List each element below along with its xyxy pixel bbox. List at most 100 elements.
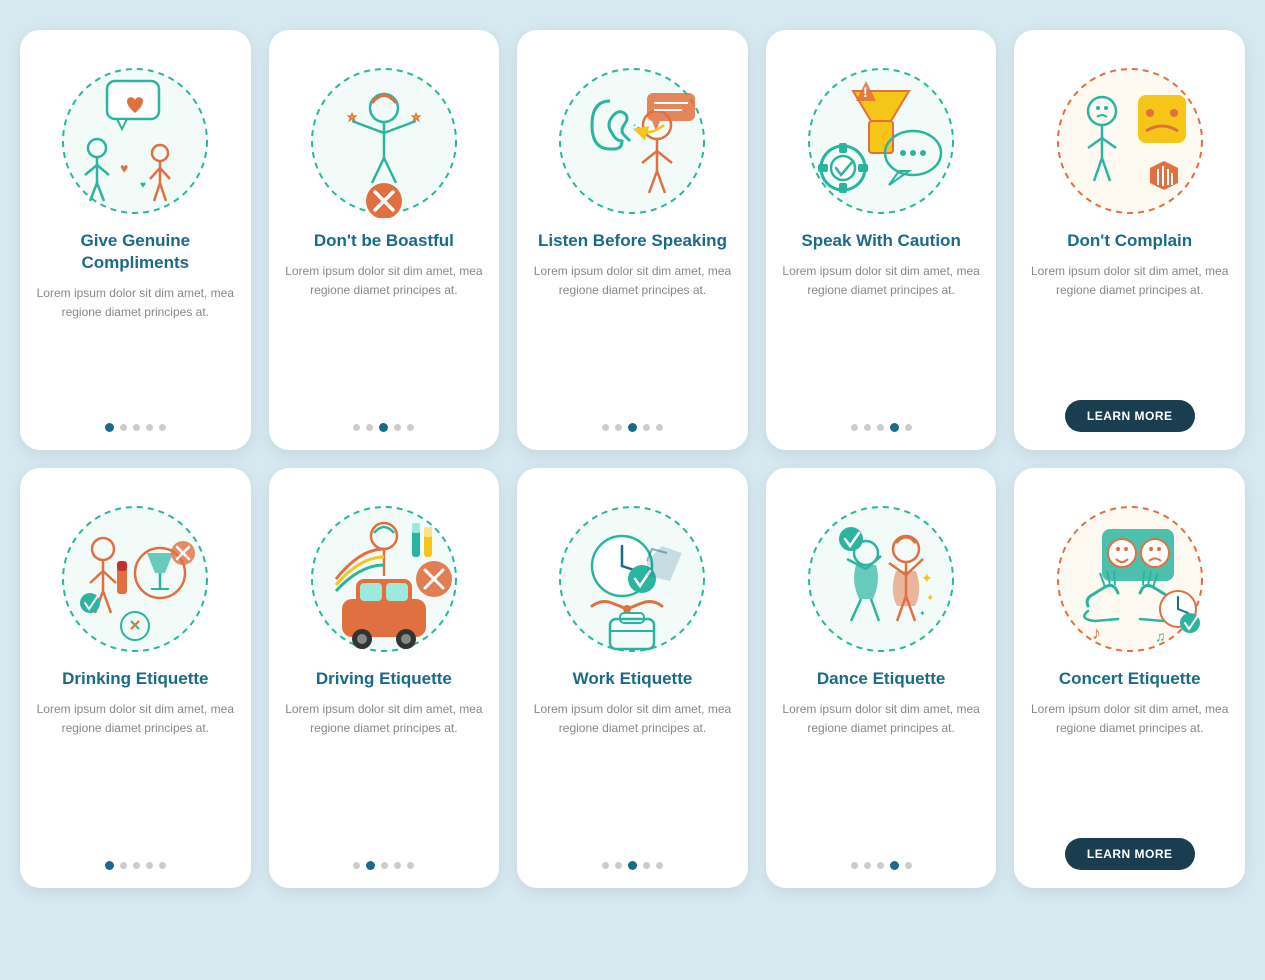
dot-3: [628, 423, 637, 432]
card-title: Give Genuine Compliments: [36, 230, 235, 274]
card-body: Lorem ipsum dolor sit dim amet, mea regi…: [36, 700, 235, 847]
dot-2: [120, 862, 127, 869]
card-give-genuine-compliments: ♥ ♥ Give Genuine Compliments Lorem ipsum…: [20, 30, 251, 450]
dot-2: [615, 862, 622, 869]
svg-text:♥: ♥: [120, 160, 128, 176]
card-body: Lorem ipsum dolor sit dim amet, mea regi…: [533, 262, 732, 409]
card-body: Lorem ipsum dolor sit dim amet, mea regi…: [1030, 700, 1229, 824]
illustration-dont-be-boastful: [304, 50, 464, 220]
illustration-concert-etiquette: ♪ ♫: [1050, 488, 1210, 658]
dot-5: [407, 424, 414, 431]
dot-1: [105, 861, 114, 870]
dot-5: [656, 424, 663, 431]
card-drinking-etiquette: Drinking Etiquette Lorem ipsum dolor sit…: [20, 468, 251, 888]
dot-5: [407, 862, 414, 869]
dot-1: [851, 862, 858, 869]
card-dont-complain: Don't Complain Lorem ipsum dolor sit dim…: [1014, 30, 1245, 450]
dot-4: [146, 862, 153, 869]
dot-3: [133, 424, 140, 431]
svg-text:✦: ✦: [926, 593, 934, 604]
card-body: Lorem ipsum dolor sit dim amet, mea regi…: [36, 284, 235, 409]
illustration-dance-etiquette: ✦ ✦ ✦: [801, 488, 961, 658]
dot-5: [656, 862, 663, 869]
card-concert-etiquette: ♪ ♫ Concert Etiquette Lorem ipsum dolor …: [1014, 468, 1245, 888]
dot-3: [379, 423, 388, 432]
dot-5: [905, 424, 912, 431]
card-title: Dance Etiquette: [817, 668, 945, 690]
illustration-driving-etiquette: [304, 488, 464, 658]
pagination-dots: [353, 861, 414, 870]
dot-1: [353, 424, 360, 431]
learn-more-button-2[interactable]: LEARN MORE: [1065, 838, 1195, 870]
dot-4: [890, 861, 899, 870]
dot-2: [864, 424, 871, 431]
dot-4: [643, 862, 650, 869]
card-body: Lorem ipsum dolor sit dim amet, mea regi…: [1030, 262, 1229, 386]
row-2: Drinking Etiquette Lorem ipsum dolor sit…: [20, 468, 1245, 888]
pagination-dots: [353, 423, 414, 432]
row-1: ♥ ♥ Give Genuine Compliments Lorem ipsum…: [20, 30, 1245, 450]
illustration-dont-complain: [1050, 50, 1210, 220]
card-title: Drinking Etiquette: [62, 668, 208, 690]
card-driving-etiquette: Driving Etiquette Lorem ipsum dolor sit …: [269, 468, 500, 888]
card-body: Lorem ipsum dolor sit dim amet, mea regi…: [285, 262, 484, 409]
dot-2: [366, 861, 375, 870]
dot-1: [353, 862, 360, 869]
dot-1: [602, 862, 609, 869]
illustration-drinking-etiquette: [55, 488, 215, 658]
dot-3: [133, 862, 140, 869]
dot-4: [394, 424, 401, 431]
dot-3: [877, 862, 884, 869]
card-speak-with-caution: ! Speak With Caution Lorem: [766, 30, 997, 450]
dot-3: [381, 862, 388, 869]
svg-text:✦: ✦: [921, 570, 933, 586]
card-body: Lorem ipsum dolor sit dim amet, mea regi…: [533, 700, 732, 847]
pagination-dots: [105, 861, 166, 870]
learn-more-button[interactable]: LEARN MORE: [1065, 400, 1195, 432]
pagination-dots: [105, 423, 166, 432]
dot-2: [864, 862, 871, 869]
pagination-dots: [602, 423, 663, 432]
dot-4: [890, 423, 899, 432]
dot-5: [159, 862, 166, 869]
dot-4: [394, 862, 401, 869]
illustration-speak-with-caution: !: [801, 50, 961, 220]
card-title: Don't be Boastful: [314, 230, 454, 252]
card-title: Driving Etiquette: [316, 668, 452, 690]
dot-2: [366, 424, 373, 431]
illustration-work-etiquette: [552, 488, 712, 658]
pagination-dots: [602, 861, 663, 870]
svg-text:♥: ♥: [140, 180, 146, 191]
dot-1: [105, 423, 114, 432]
card-dont-be-boastful: Don't be Boastful Lorem ipsum dolor sit …: [269, 30, 500, 450]
card-listen-before-speaking: Listen Before Speaking Lorem ipsum dolor…: [517, 30, 748, 450]
dot-4: [643, 424, 650, 431]
dot-3: [628, 861, 637, 870]
dot-5: [159, 424, 166, 431]
svg-text:✦: ✦: [919, 609, 926, 618]
card-title: Speak With Caution: [801, 230, 960, 252]
illustration-give-genuine-compliments: ♥ ♥: [55, 50, 215, 220]
dot-1: [602, 424, 609, 431]
card-dance-etiquette: ✦ ✦ ✦ Dance Etiquette Lorem ipsum dolor …: [766, 468, 997, 888]
dot-2: [120, 424, 127, 431]
card-title: Don't Complain: [1067, 230, 1192, 252]
dot-1: [851, 424, 858, 431]
card-title: Listen Before Speaking: [538, 230, 727, 252]
pagination-dots: [851, 423, 912, 432]
card-title: Work Etiquette: [573, 668, 693, 690]
dot-4: [146, 424, 153, 431]
svg-text:!: !: [863, 84, 868, 100]
dot-2: [615, 424, 622, 431]
dot-5: [905, 862, 912, 869]
illustration-listen-before-speaking: [552, 50, 712, 220]
card-title: Concert Etiquette: [1059, 668, 1201, 690]
pagination-dots: [851, 861, 912, 870]
dot-3: [877, 424, 884, 431]
svg-text:♪: ♪: [1092, 623, 1101, 643]
card-body: Lorem ipsum dolor sit dim amet, mea regi…: [285, 700, 484, 847]
card-work-etiquette: Work Etiquette Lorem ipsum dolor sit dim…: [517, 468, 748, 888]
card-body: Lorem ipsum dolor sit dim amet, mea regi…: [782, 262, 981, 409]
svg-text:♫: ♫: [1155, 628, 1166, 644]
card-body: Lorem ipsum dolor sit dim amet, mea regi…: [782, 700, 981, 847]
